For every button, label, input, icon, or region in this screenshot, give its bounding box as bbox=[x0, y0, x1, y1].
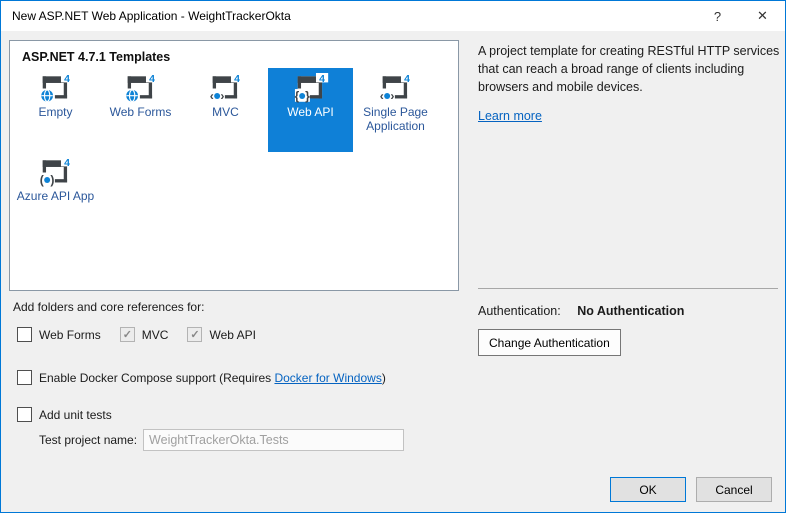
test-project-row: Test project name: bbox=[39, 429, 404, 451]
separator-line bbox=[478, 288, 778, 289]
svg-text:›: › bbox=[390, 89, 394, 103]
title-bar: New ASP.NET Web Application - WeightTrac… bbox=[1, 1, 785, 31]
template-list: 4 Empty 4 Web Forms 4 ‹ › MVC bbox=[13, 68, 453, 236]
authentication-value: No Authentication bbox=[577, 304, 684, 318]
ok-button[interactable]: OK bbox=[610, 477, 686, 502]
template-icon: 4 { } bbox=[292, 73, 330, 104]
docker-compose-checkbox[interactable] bbox=[17, 370, 32, 385]
template-tile-web-forms[interactable]: 4 Web Forms bbox=[98, 68, 183, 152]
template-tile-web-api[interactable]: 4 { } Web API bbox=[268, 68, 353, 152]
change-authentication-button[interactable]: Change Authentication bbox=[478, 329, 621, 356]
docker-for-windows-link[interactable]: Docker for Windows bbox=[274, 371, 381, 385]
template-icon: 4 ‹ › bbox=[207, 73, 245, 104]
mvc-checkbox-label: MVC bbox=[142, 328, 169, 342]
new-web-application-dialog: New ASP.NET Web Application - WeightTrac… bbox=[0, 0, 786, 513]
template-tile-azure-api-app[interactable]: 4 ( ) Azure API App bbox=[13, 152, 98, 236]
close-icon: ✕ bbox=[757, 8, 768, 24]
reference-option-web-api: ✓ Web API bbox=[187, 327, 255, 342]
template-label: Single Page Application bbox=[355, 106, 437, 134]
svg-text:4: 4 bbox=[149, 73, 155, 85]
docker-compose-label: Enable Docker Compose support (Requires … bbox=[39, 371, 386, 385]
template-icon: 4 ( ) bbox=[37, 157, 75, 188]
template-icon: 4 ‹ › bbox=[377, 73, 415, 104]
test-project-name-label: Test project name: bbox=[39, 433, 137, 447]
svg-text:›: › bbox=[220, 89, 224, 103]
svg-text:4: 4 bbox=[64, 73, 70, 85]
templates-header: ASP.NET 4.7.1 Templates bbox=[22, 50, 170, 64]
template-tile-empty[interactable]: 4 Empty bbox=[13, 68, 98, 152]
close-button[interactable]: ✕ bbox=[740, 1, 785, 31]
svg-text:{: { bbox=[294, 89, 299, 103]
dialog-body: ASP.NET 4.7.1 Templates 4 Empty 4 Web Fo… bbox=[1, 31, 785, 512]
svg-text:): ) bbox=[50, 173, 54, 187]
core-references-checkbox-row: Web Forms ✓ MVC ✓ Web API bbox=[17, 327, 275, 342]
help-button[interactable]: ? bbox=[695, 1, 740, 31]
svg-text:‹: ‹ bbox=[209, 89, 213, 103]
window-title: New ASP.NET Web Application - WeightTrac… bbox=[1, 9, 695, 23]
templates-panel: ASP.NET 4.7.1 Templates 4 Empty 4 Web Fo… bbox=[9, 40, 459, 291]
template-description: A project template for creating RESTful … bbox=[478, 43, 784, 123]
reference-option-mvc: ✓ MVC bbox=[120, 327, 169, 342]
web-api-checkbox: ✓ bbox=[187, 327, 202, 342]
docker-label-after: ) bbox=[382, 371, 386, 385]
help-icon: ? bbox=[714, 9, 721, 24]
template-icon: 4 bbox=[37, 73, 75, 104]
reference-option-web-forms: Web Forms bbox=[17, 327, 101, 342]
add-unit-tests-label: Add unit tests bbox=[39, 408, 112, 422]
template-icon: 4 bbox=[122, 73, 160, 104]
add-unit-tests-row: Add unit tests bbox=[17, 407, 112, 422]
svg-text:}: } bbox=[305, 89, 310, 103]
add-unit-tests-checkbox[interactable] bbox=[17, 407, 32, 422]
authentication-label: Authentication: bbox=[478, 304, 561, 318]
template-tile-mvc[interactable]: 4 ‹ › MVC bbox=[183, 68, 268, 152]
learn-more-link[interactable]: Learn more bbox=[478, 109, 542, 123]
template-label: Web API bbox=[287, 106, 333, 120]
svg-text:4: 4 bbox=[404, 73, 410, 85]
template-label: Empty bbox=[38, 106, 72, 120]
authentication-row: Authentication: No Authentication bbox=[478, 304, 684, 318]
template-label: Azure API App bbox=[17, 190, 94, 204]
test-project-name-input bbox=[143, 429, 404, 451]
svg-text:4: 4 bbox=[64, 157, 70, 169]
web-forms-checkbox[interactable] bbox=[17, 327, 32, 342]
folders-references-label: Add folders and core references for: bbox=[13, 300, 204, 314]
description-text: A project template for creating RESTful … bbox=[478, 43, 784, 96]
web-api-checkbox-label: Web API bbox=[209, 328, 255, 342]
svg-text:4: 4 bbox=[319, 73, 325, 85]
template-label: Web Forms bbox=[110, 106, 172, 120]
template-tile-single-page-application[interactable]: 4 ‹ › Single Page Application bbox=[353, 68, 438, 152]
svg-text:‹: ‹ bbox=[379, 89, 383, 103]
template-label: MVC bbox=[212, 106, 239, 120]
web-forms-checkbox-label: Web Forms bbox=[39, 328, 101, 342]
cancel-button[interactable]: Cancel bbox=[696, 477, 772, 502]
docker-compose-row: Enable Docker Compose support (Requires … bbox=[17, 370, 386, 385]
mvc-checkbox: ✓ bbox=[120, 327, 135, 342]
svg-text:4: 4 bbox=[234, 73, 240, 85]
docker-label-before: Enable Docker Compose support (Requires bbox=[39, 371, 274, 385]
